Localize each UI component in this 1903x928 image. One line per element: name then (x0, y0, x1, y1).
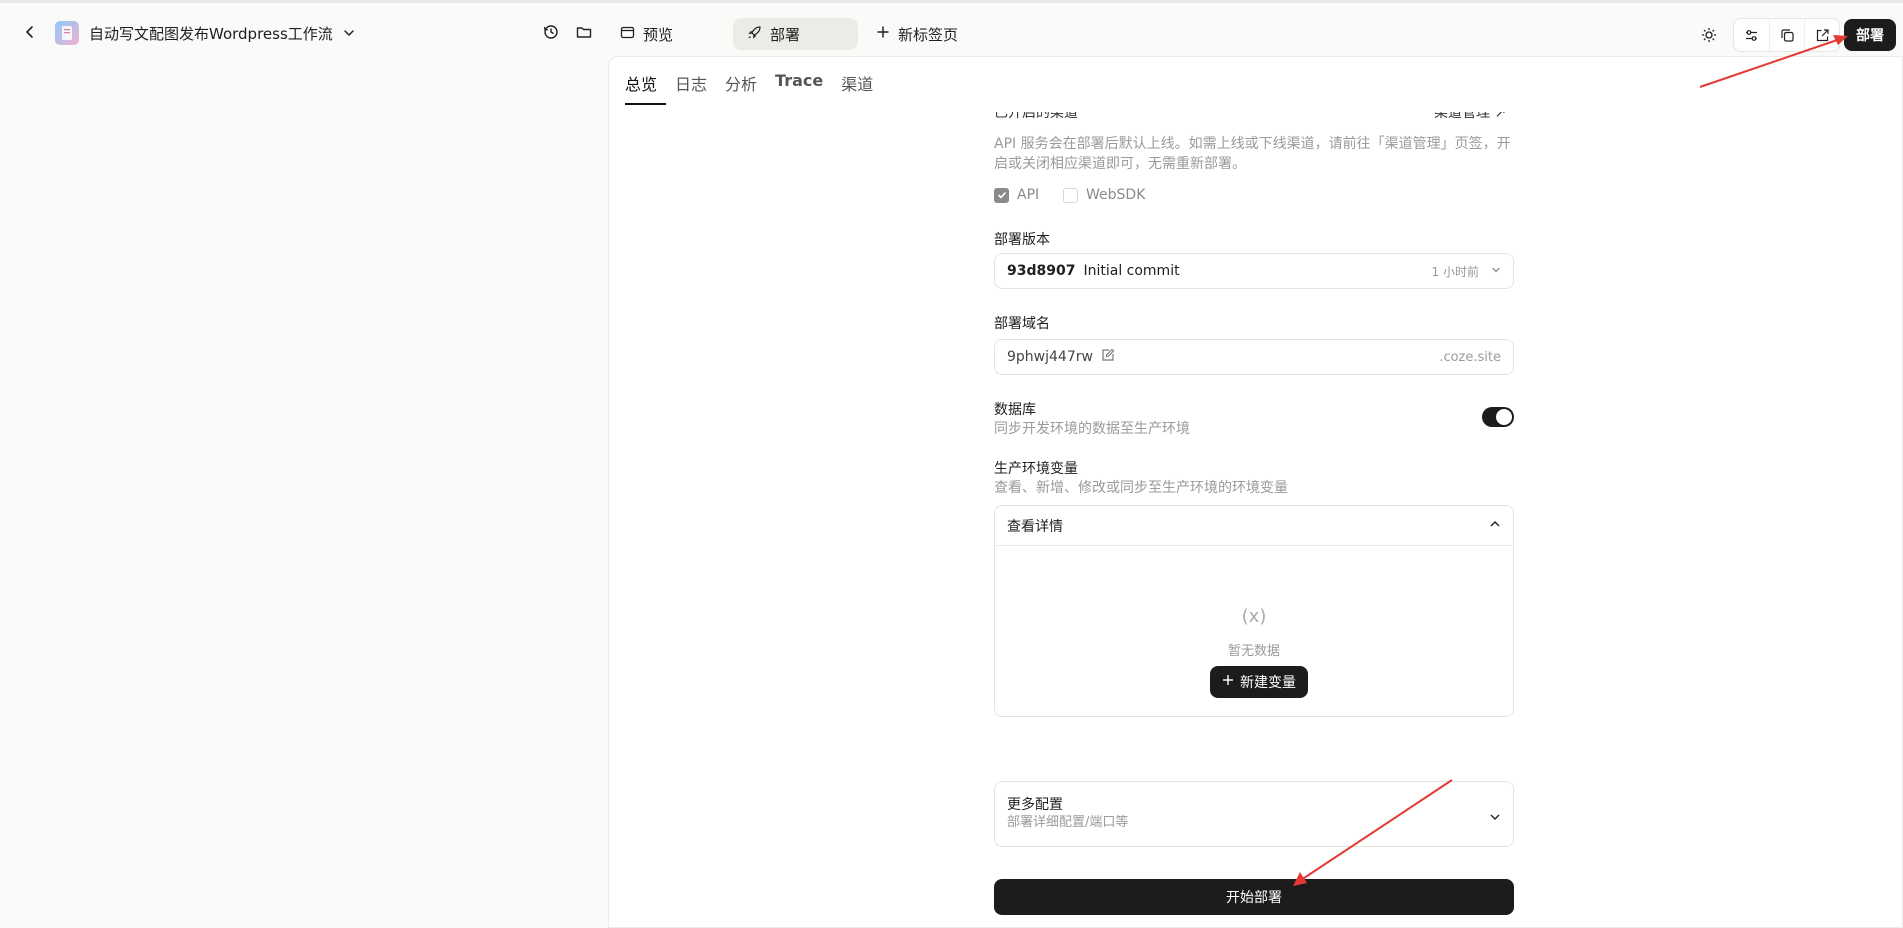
annotation-arrow-bottom (1293, 779, 1453, 886)
annotation-arrow-top (1699, 35, 1848, 88)
annotation-arrows (1293, 35, 1848, 886)
